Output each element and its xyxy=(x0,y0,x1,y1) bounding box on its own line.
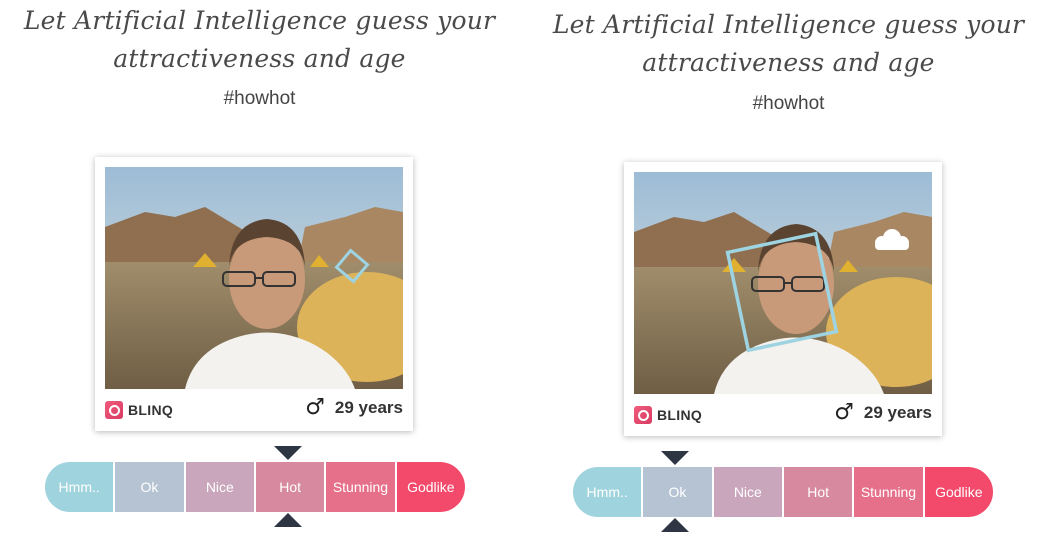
photo xyxy=(105,167,403,389)
scale-segment-stunning: Stunning xyxy=(326,462,397,512)
photo xyxy=(634,172,932,394)
scale-segment-godlike: Godlike xyxy=(924,467,993,517)
headline: Let Artificial Intelligence guess your a… xyxy=(552,10,1025,77)
scale-segment-nice: Nice xyxy=(713,467,784,517)
pointer-down-icon xyxy=(661,451,689,465)
pointer-up-icon xyxy=(274,513,302,527)
headline: Let Artificial Intelligence guess your a… xyxy=(23,6,496,73)
age-label: 29 years xyxy=(334,398,403,417)
scale-segment-hot: Hot xyxy=(783,467,855,517)
age-label: 29 years xyxy=(863,403,932,422)
gender-age: ♂ 29 years xyxy=(834,402,932,424)
photo-card: BLINQ ♂ 29 years xyxy=(95,157,413,431)
scale-segment-ok: Ok xyxy=(115,462,186,512)
scale-segment-stunning: Stunning xyxy=(854,467,925,517)
male-symbol-icon: ♂ xyxy=(834,400,854,425)
brand-name: BLINQ xyxy=(657,407,703,423)
pointer-down-icon xyxy=(274,446,302,460)
brand-name: BLINQ xyxy=(128,402,174,418)
attractiveness-scale: Hmm.. Ok Nice Hot Stunning Godlike xyxy=(45,462,465,512)
left-panel: Let Artificial Intelligence guess your a… xyxy=(0,0,519,539)
hashtag: #howhot xyxy=(223,88,296,109)
scale-segment-hmm: Hmm.. xyxy=(45,462,116,512)
pointer-up-icon xyxy=(661,518,689,532)
scale-segment-hmm: Hmm.. xyxy=(573,467,644,517)
scale-segment-nice: Nice xyxy=(185,462,256,512)
hashtag: #howhot xyxy=(752,93,825,114)
scale-segment-godlike: Godlike xyxy=(396,462,465,512)
scale-segment-ok: Ok xyxy=(643,467,714,517)
right-panel: Let Artificial Intelligence guess your a… xyxy=(519,0,1038,539)
gender-age: ♂ 29 years xyxy=(305,397,403,419)
photo-card: BLINQ ♂ 29 years xyxy=(624,162,942,436)
scale-segment-hot: Hot xyxy=(255,462,327,512)
male-symbol-icon: ♂ xyxy=(305,395,325,420)
brand: BLINQ xyxy=(634,406,702,424)
blinq-logo-icon xyxy=(634,406,652,424)
brand: BLINQ xyxy=(105,401,173,419)
attractiveness-scale: Hmm.. Ok Nice Hot Stunning Godlike xyxy=(573,467,993,517)
blinq-logo-icon xyxy=(105,401,123,419)
